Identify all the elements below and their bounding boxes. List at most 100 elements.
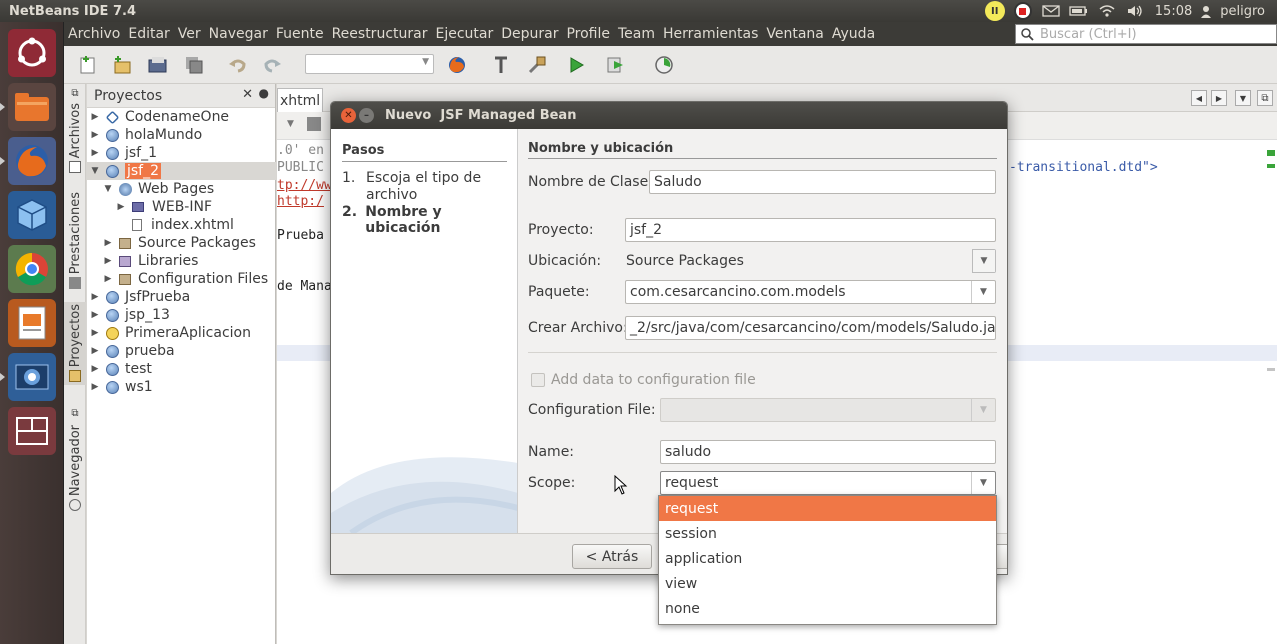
menu-profile[interactable]: Profile bbox=[562, 22, 614, 46]
scope-option-application[interactable]: application bbox=[659, 546, 996, 571]
scope-combo[interactable]: request ▼ bbox=[660, 471, 996, 495]
menu-reestructurar[interactable]: Reestructurar bbox=[328, 22, 432, 46]
expand-arrow-icon[interactable]: ▶ bbox=[116, 202, 126, 212]
tree-item-index-xhtml[interactable]: index.xhtml bbox=[87, 216, 276, 234]
scope-option-none[interactable]: none bbox=[659, 596, 996, 621]
tree-item-test[interactable]: ▶ test bbox=[87, 360, 276, 378]
tree-item-jsf-1[interactable]: ▶ jsf_1 bbox=[87, 144, 276, 162]
menu-archivo[interactable]: Archivo bbox=[64, 22, 124, 46]
scroll-left-icon[interactable]: ◀ bbox=[1191, 90, 1207, 106]
back-icon[interactable] bbox=[307, 117, 321, 131]
expand-arrow-icon[interactable]: ▶ bbox=[90, 310, 100, 320]
user-icon[interactable] bbox=[1198, 0, 1214, 22]
minimize-window-icon[interactable]: – bbox=[359, 108, 374, 123]
chevron-down-icon[interactable]: ▼ bbox=[971, 472, 995, 494]
tree-item-ws1[interactable]: ▶ ws1 bbox=[87, 378, 276, 396]
tree-item-jsfprueba[interactable]: ▶ JsfPrueba bbox=[87, 288, 276, 306]
class-name-input[interactable]: Saludo bbox=[649, 170, 996, 194]
tree-item-web-pages[interactable]: ▼ Web Pages bbox=[87, 180, 276, 198]
menu-ayuda[interactable]: Ayuda bbox=[828, 22, 879, 46]
location-select[interactable]: Source Packages ▼ bbox=[625, 249, 996, 273]
restore-window-icon[interactable]: ⧉ bbox=[1257, 90, 1273, 106]
menu-ver[interactable]: Ver bbox=[174, 22, 205, 46]
expand-arrow-icon[interactable]: ▶ bbox=[90, 382, 100, 392]
mail-icon[interactable] bbox=[1037, 0, 1065, 22]
firefox-browser-icon[interactable] bbox=[445, 54, 469, 76]
scope-option-session[interactable]: session bbox=[659, 521, 996, 546]
close-window-icon[interactable]: ✕ bbox=[341, 108, 356, 123]
tab-prestaciones[interactable]: Prestaciones bbox=[64, 192, 86, 290]
tree-item-configuration-files[interactable]: ▶ Configuration Files bbox=[87, 270, 276, 288]
code-line[interactable]: .0' en bbox=[277, 143, 324, 158]
scope-option-view[interactable]: view bbox=[659, 571, 996, 596]
debug-icon[interactable] bbox=[604, 54, 628, 76]
menu-fuente[interactable]: Fuente bbox=[272, 22, 328, 46]
clean-build-icon[interactable] bbox=[489, 54, 513, 76]
tree-item-jsp-13[interactable]: ▶ jsp_13 bbox=[87, 306, 276, 324]
config-file-combo[interactable]: ▼ bbox=[660, 398, 996, 422]
expand-arrow-icon[interactable]: ▶ bbox=[90, 346, 100, 356]
add-config-checkbox[interactable] bbox=[531, 373, 545, 387]
expand-arrow-icon[interactable]: ▶ bbox=[103, 274, 113, 284]
close-icon[interactable]: ✕ bbox=[242, 87, 253, 102]
tab-proyectos[interactable]: Proyectos bbox=[64, 302, 86, 386]
history-icon[interactable]: ▼ bbox=[287, 119, 294, 129]
expand-arrow-icon[interactable]: ▶ bbox=[90, 328, 100, 338]
code-line[interactable]: de Mana bbox=[277, 279, 332, 294]
search-box[interactable]: Buscar (Ctrl+I) bbox=[1015, 24, 1277, 44]
clock[interactable]: 15:08 bbox=[1149, 4, 1198, 19]
menu-herramientas[interactable]: Herramientas bbox=[659, 22, 762, 46]
firefox-icon[interactable] bbox=[8, 137, 56, 185]
chevron-down-icon[interactable]: ▼ bbox=[972, 249, 996, 273]
menu-ventana[interactable]: Ventana bbox=[762, 22, 828, 46]
open-project-icon[interactable] bbox=[146, 54, 170, 76]
user-name[interactable]: peligro bbox=[1214, 4, 1277, 19]
shotwell-icon[interactable] bbox=[8, 353, 56, 401]
back-button[interactable]: < Atrás bbox=[572, 544, 652, 569]
minimize-icon[interactable]: ● bbox=[259, 86, 269, 100]
profile-icon[interactable] bbox=[652, 54, 676, 76]
code-line[interactable]: http:/ bbox=[277, 194, 324, 209]
code-line[interactable]: PUBLIC bbox=[277, 160, 324, 175]
tree-item-libraries[interactable]: ▶ Libraries bbox=[87, 252, 276, 270]
expand-arrow-icon[interactable]: ▶ bbox=[90, 364, 100, 374]
tab-list-icon[interactable]: ▼ bbox=[1235, 90, 1251, 106]
menu-editar[interactable]: Editar bbox=[124, 22, 173, 46]
tree-item-holamundo[interactable]: ▶ holaMundo bbox=[87, 126, 276, 144]
tree-item-jsf-2[interactable]: ▼ jsf_2 bbox=[87, 162, 276, 180]
battery-icon[interactable] bbox=[1065, 0, 1093, 22]
workspace-switcher-icon[interactable] bbox=[8, 407, 56, 455]
collapse-arrow-icon[interactable]: ▼ bbox=[103, 184, 113, 194]
chrome-icon[interactable] bbox=[8, 245, 56, 293]
tree-item-web-inf[interactable]: ▶ WEB-INF bbox=[87, 198, 276, 216]
tree-item-primeraaplicacion[interactable]: ▶ PrimeraAplicacion bbox=[87, 324, 276, 342]
menu-ejecutar[interactable]: Ejecutar bbox=[431, 22, 497, 46]
expand-arrow-icon[interactable]: ▶ bbox=[90, 130, 100, 140]
files-icon[interactable] bbox=[8, 83, 56, 131]
created-file-field[interactable]: _2/src/java/com/cesarcancino/com/models/… bbox=[625, 316, 996, 340]
volume-icon[interactable] bbox=[1121, 0, 1149, 22]
scope-option-request[interactable]: request bbox=[659, 496, 996, 521]
menu-team[interactable]: Team bbox=[614, 22, 659, 46]
virtualbox-icon[interactable] bbox=[8, 191, 56, 239]
tree-item-codenameone[interactable]: ▶ CodenameOne bbox=[87, 108, 276, 126]
record-stop-icon[interactable] bbox=[1009, 0, 1037, 22]
tree-item-prueba[interactable]: ▶ prueba bbox=[87, 342, 276, 360]
menu-depurar[interactable]: Depurar bbox=[497, 22, 562, 46]
save-all-icon[interactable] bbox=[182, 54, 206, 76]
code-line[interactable]: Prueba bbox=[277, 228, 324, 243]
chevron-down-icon[interactable]: ▼ bbox=[971, 281, 995, 303]
new-project-icon[interactable] bbox=[110, 54, 134, 76]
expand-arrow-icon[interactable]: ▶ bbox=[90, 112, 100, 122]
search-input[interactable]: Buscar (Ctrl+I) bbox=[1040, 27, 1137, 42]
new-file-icon[interactable] bbox=[76, 54, 100, 76]
name-input[interactable]: saludo bbox=[660, 440, 996, 464]
configuration-combo[interactable]: ▼ bbox=[305, 54, 434, 74]
collapse-arrow-icon[interactable]: ▼ bbox=[90, 166, 100, 176]
scroll-right-icon[interactable]: ▶ bbox=[1211, 90, 1227, 106]
expand-arrow-icon[interactable]: ▶ bbox=[90, 292, 100, 302]
wifi-icon[interactable] bbox=[1093, 0, 1121, 22]
dash-home-icon[interactable] bbox=[8, 29, 56, 77]
build-icon[interactable] bbox=[525, 54, 549, 76]
expand-arrow-icon[interactable]: ▶ bbox=[103, 256, 113, 266]
